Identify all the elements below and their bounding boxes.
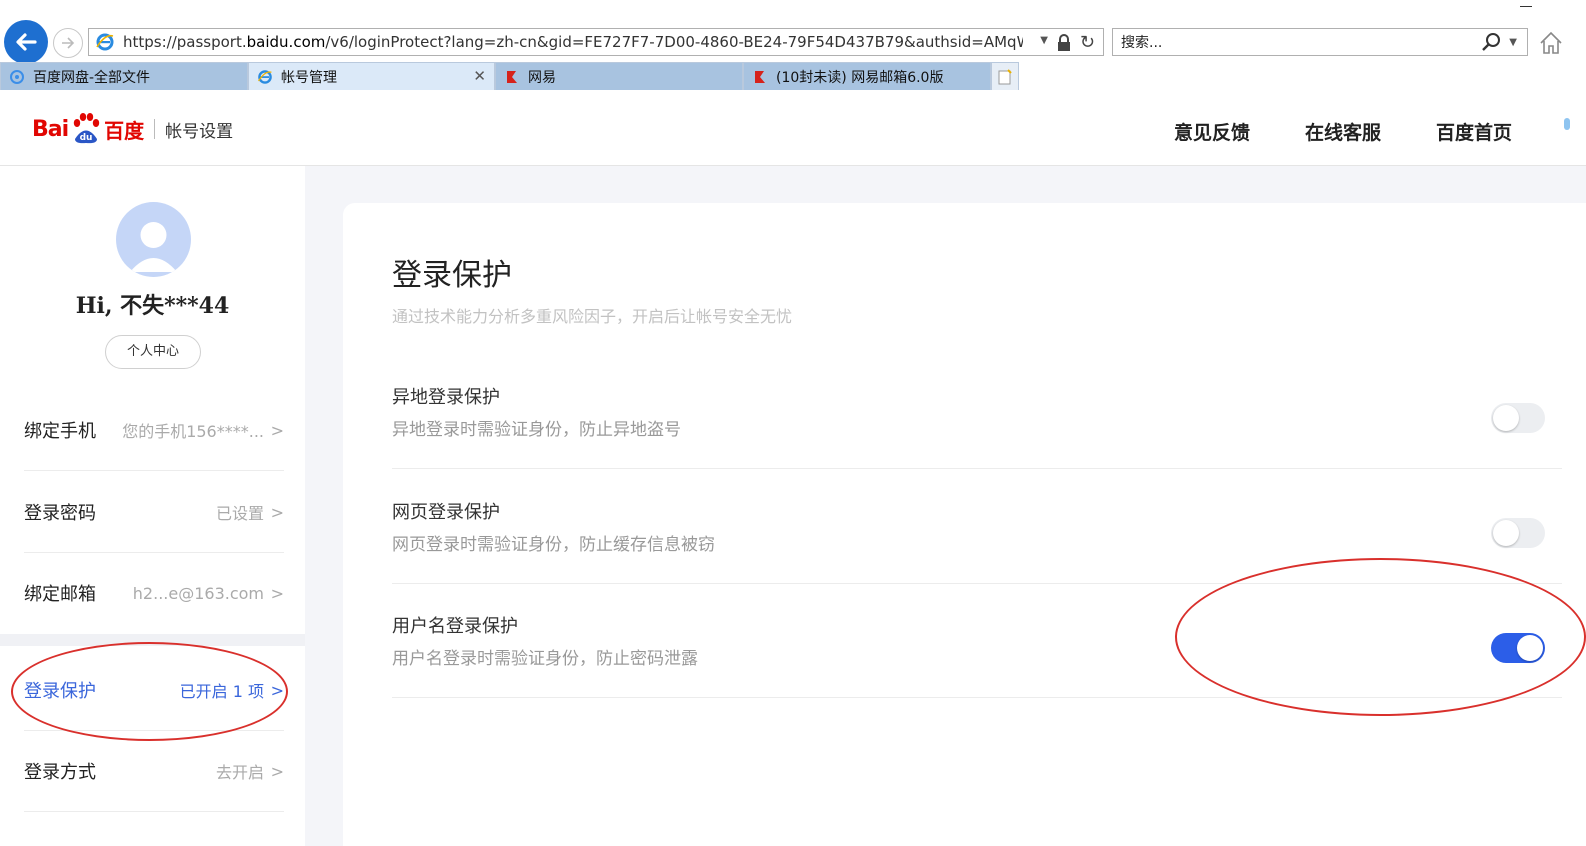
url-prefix: https://passport. bbox=[123, 33, 247, 51]
home-icon[interactable] bbox=[1538, 30, 1564, 56]
nav-baidu-home[interactable]: 百度首页 bbox=[1436, 118, 1512, 145]
tab-label: 百度网盘-全部文件 bbox=[33, 69, 151, 86]
logo-du: du bbox=[80, 133, 93, 143]
setting-description: 异地登录时需验证身份，防止异地盗号 bbox=[392, 420, 681, 440]
search-icon[interactable] bbox=[1481, 32, 1501, 52]
back-arrow-icon bbox=[16, 33, 37, 51]
browser-chrome: https://passport.baidu.com/v6/loginProte… bbox=[0, 0, 1586, 90]
forward-arrow-icon bbox=[62, 37, 75, 49]
nav-online-service[interactable]: 在线客服 bbox=[1305, 118, 1381, 145]
toggle-knob bbox=[1493, 405, 1519, 431]
logo-bai: Bai bbox=[32, 116, 69, 142]
tab-label: 网易 bbox=[528, 69, 556, 86]
new-tab-button[interactable] bbox=[991, 62, 1019, 90]
ie-icon bbox=[96, 33, 114, 51]
sidebar-item-value: 去开启 bbox=[215, 763, 264, 782]
personal-center-button[interactable]: 个人中心 bbox=[105, 335, 201, 369]
annotation-ellipse-toggle bbox=[1175, 558, 1586, 716]
annotation-ellipse-sidebar bbox=[11, 642, 288, 741]
logo-subtitle: 帐号设置 bbox=[165, 121, 234, 142]
setting-title: 用户名登录保护 bbox=[392, 616, 518, 637]
user-greeting: Hi, 不失***44 bbox=[75, 293, 230, 319]
setting-title: 异地登录保护 bbox=[392, 387, 500, 408]
sidebar-item-label: 绑定手机 bbox=[24, 421, 96, 442]
back-button[interactable] bbox=[4, 20, 48, 64]
setting-title: 网页登录保护 bbox=[392, 502, 500, 523]
chevron-right-icon: > bbox=[270, 502, 284, 522]
baidu-cloud-icon bbox=[9, 69, 25, 85]
page-subtitle: 通过技术能力分析多重风险因子，开启后让帐号安全无忧 bbox=[392, 307, 793, 326]
tab-netease-mail[interactable]: (10封未读) 网易邮箱6.0版 bbox=[743, 62, 991, 90]
toggle-switch[interactable] bbox=[1491, 518, 1545, 548]
search-dropdown-icon[interactable]: ▼ bbox=[1509, 37, 1517, 48]
chevron-right-icon: > bbox=[270, 761, 284, 781]
minimize-button[interactable] bbox=[1520, 6, 1532, 7]
page-header: Bai du 百度 帐号设置 意见反馈 在线客服 百度首页 bbox=[0, 90, 1586, 166]
search-box[interactable]: 搜索... ▼ bbox=[1112, 28, 1528, 56]
top-nav: 意见反馈 在线客服 百度首页 bbox=[1174, 118, 1512, 145]
setting-description: 网页登录时需验证身份，防止缓存信息被窃 bbox=[392, 535, 715, 555]
tab-account-management[interactable]: 帐号管理 ✕ bbox=[248, 62, 495, 90]
address-bar[interactable]: https://passport.baidu.com/v6/loginProte… bbox=[88, 28, 1104, 56]
sidebar-item-login-method[interactable]: 登录方式 去开启 > bbox=[24, 731, 284, 812]
avatar[interactable] bbox=[116, 202, 191, 277]
partial-avatar-edge bbox=[1564, 118, 1570, 130]
lock-icon[interactable] bbox=[1057, 34, 1071, 52]
sidebar-item-value: 您的手机156****... bbox=[122, 422, 264, 441]
nav-feedback[interactable]: 意见反馈 bbox=[1174, 118, 1250, 145]
logo-baidu-cn: 百度 bbox=[104, 118, 145, 143]
address-dropdown-icon[interactable]: ▼ bbox=[1040, 35, 1048, 46]
setting-description: 用户名登录时需验证身份，防止密码泄露 bbox=[392, 649, 698, 669]
setting-remote-login: 异地登录保护 异地登录时需验证身份，防止异地盗号 bbox=[392, 383, 1562, 469]
sidebar-item-value: h2...e@163.com bbox=[132, 583, 264, 603]
paw-logo-icon: du bbox=[73, 113, 100, 144]
forward-button[interactable] bbox=[53, 28, 83, 58]
page-title: 登录保护 bbox=[392, 258, 512, 293]
close-tab-icon[interactable]: ✕ bbox=[473, 67, 486, 85]
tab-label: (10封未读) 网易邮箱6.0版 bbox=[776, 69, 944, 86]
refresh-icon[interactable]: ↻ bbox=[1080, 32, 1095, 53]
netease-icon bbox=[504, 69, 520, 85]
url-domain: baidu.com bbox=[246, 33, 326, 51]
ie-icon bbox=[257, 69, 273, 85]
search-input[interactable]: 搜索... bbox=[1121, 32, 1162, 52]
sidebar-item-bind-email[interactable]: 绑定邮箱 h2...e@163.com > bbox=[24, 553, 284, 633]
url-path: /v6/loginProtect?lang=zh-cn&gid=FE727F7-… bbox=[325, 33, 1023, 51]
user-avatar-icon bbox=[130, 222, 177, 272]
chevron-right-icon: > bbox=[270, 420, 284, 440]
logo-divider bbox=[154, 119, 156, 139]
new-tab-icon bbox=[998, 68, 1012, 84]
chevron-right-icon: > bbox=[270, 583, 284, 603]
toggle-switch[interactable] bbox=[1491, 403, 1545, 433]
sidebar-item-label: 登录方式 bbox=[24, 762, 96, 783]
browser-tabs: 百度网盘-全部文件 帐号管理 ✕ 网易 (10封未读) 网易邮箱6.0版 bbox=[0, 62, 1019, 90]
sidebar-item-login-password[interactable]: 登录密码 已设置 > bbox=[24, 472, 284, 553]
netease-icon bbox=[752, 69, 768, 85]
sidebar-item-bind-phone[interactable]: 绑定手机 您的手机156****... > bbox=[24, 390, 284, 471]
sidebar-item-label: 绑定邮箱 bbox=[24, 584, 96, 605]
toggle-knob bbox=[1493, 520, 1519, 546]
url-text[interactable]: https://passport.baidu.com/v6/loginProte… bbox=[123, 33, 1023, 51]
baidu-logo[interactable]: Bai du 百度 帐号设置 bbox=[32, 112, 233, 146]
tab-baidu-pan[interactable]: 百度网盘-全部文件 bbox=[0, 62, 248, 90]
tab-netease[interactable]: 网易 bbox=[495, 62, 743, 90]
sidebar-item-label: 登录密码 bbox=[24, 503, 96, 524]
tab-label: 帐号管理 bbox=[281, 69, 337, 86]
sidebar-item-value: 已设置 bbox=[215, 504, 264, 523]
